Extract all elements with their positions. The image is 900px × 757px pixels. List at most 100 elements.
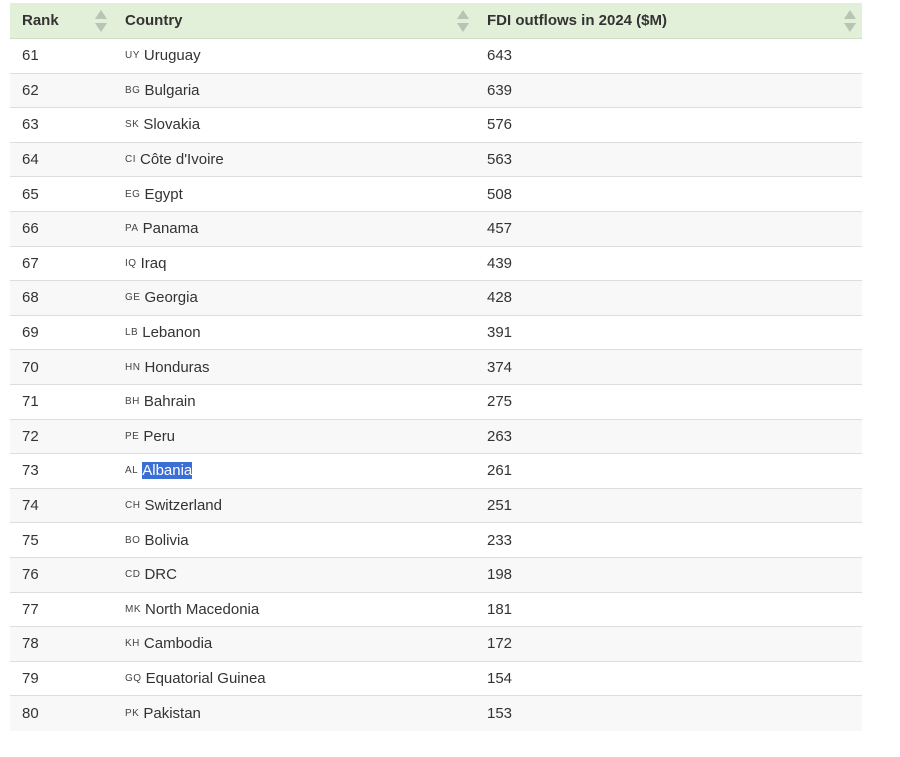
table-row: 78 KH Cambodia 172 bbox=[10, 627, 862, 662]
country-name[interactable]: Honduras bbox=[144, 359, 209, 376]
sort-icon[interactable] bbox=[457, 9, 469, 32]
fdi-value-cell: 154 bbox=[487, 669, 513, 687]
table-row: 63 SK Slovakia 576 bbox=[10, 108, 862, 143]
table-row: 71 BH Bahrain 275 bbox=[10, 385, 862, 420]
country-cell: GQ Equatorial Guinea bbox=[113, 662, 475, 696]
country-cell: HN Honduras bbox=[113, 350, 475, 384]
rank-cell: 65 bbox=[22, 185, 39, 203]
country-cell: CI Côte d'Ivoire bbox=[113, 143, 475, 177]
fdi-value-cell: 374 bbox=[487, 358, 513, 376]
country-cell: LB Lebanon bbox=[113, 316, 475, 350]
country-name[interactable]: Uruguay bbox=[144, 47, 201, 64]
table-row: 73 AL Albania 261 bbox=[10, 454, 862, 489]
country-name[interactable]: Albania bbox=[142, 462, 193, 480]
rank-cell: 64 bbox=[22, 151, 39, 169]
country-code-flag-icon: GE bbox=[125, 292, 141, 304]
country-code-flag-icon: MK bbox=[125, 603, 141, 615]
country-code-flag-icon: GQ bbox=[125, 672, 142, 684]
rank-cell: 77 bbox=[22, 600, 39, 618]
table-header: Rank Country FDI outflows in 2024 ($M) bbox=[10, 3, 862, 39]
column-header-rank[interactable]: Rank bbox=[10, 3, 113, 38]
fdi-value-cell: 563 bbox=[487, 151, 513, 169]
table-row: 70 HN Honduras 374 bbox=[10, 350, 862, 385]
country-code-flag-icon: IQ bbox=[125, 257, 137, 269]
country-code-flag-icon: BG bbox=[125, 84, 141, 96]
rank-cell: 72 bbox=[22, 427, 39, 445]
country-name[interactable]: Cambodia bbox=[144, 635, 212, 652]
country-cell: IQ Iraq bbox=[113, 247, 475, 281]
rank-cell: 76 bbox=[22, 566, 39, 584]
country-cell: SK Slovakia bbox=[113, 108, 475, 142]
country-cell: PA Panama bbox=[113, 212, 475, 246]
rank-cell: 74 bbox=[22, 497, 39, 515]
country-cell: BG Bulgaria bbox=[113, 74, 475, 108]
fdi-value-cell: 508 bbox=[487, 185, 513, 203]
column-header-label: FDI outflows in 2024 ($M) bbox=[487, 12, 668, 29]
fdi-value-cell: 439 bbox=[487, 254, 513, 272]
country-code-flag-icon: LB bbox=[125, 327, 139, 339]
country-code-flag-icon: PE bbox=[125, 430, 140, 442]
table-row: 75 BO Bolivia 233 bbox=[10, 523, 862, 558]
rank-cell: 67 bbox=[22, 254, 39, 272]
fdi-value-cell: 263 bbox=[487, 427, 513, 445]
column-header-country[interactable]: Country bbox=[113, 3, 475, 38]
country-cell: BH Bahrain bbox=[113, 385, 475, 419]
table-row: 68 GE Georgia 428 bbox=[10, 281, 862, 316]
rank-cell: 62 bbox=[22, 81, 39, 99]
country-name[interactable]: Slovakia bbox=[143, 116, 200, 133]
rank-cell: 69 bbox=[22, 324, 39, 342]
table-row: 77 MK North Macedonia 181 bbox=[10, 593, 862, 628]
rank-cell: 63 bbox=[22, 116, 39, 134]
sort-icon[interactable] bbox=[844, 9, 856, 32]
country-name[interactable]: Switzerland bbox=[144, 497, 222, 514]
country-name[interactable]: Pakistan bbox=[143, 705, 201, 722]
country-name[interactable]: Egypt bbox=[144, 186, 182, 203]
country-name[interactable]: Equatorial Guinea bbox=[146, 670, 266, 687]
country-name[interactable]: Bulgaria bbox=[144, 82, 199, 99]
country-cell: PE Peru bbox=[113, 420, 475, 454]
country-name[interactable]: Côte d'Ivoire bbox=[140, 151, 224, 168]
country-cell: CD DRC bbox=[113, 558, 475, 592]
fdi-value-cell: 172 bbox=[487, 635, 513, 653]
country-name[interactable]: Bahrain bbox=[144, 393, 196, 410]
country-code-flag-icon: CH bbox=[125, 500, 141, 512]
country-code-flag-icon: PK bbox=[125, 708, 140, 720]
country-code-flag-icon: CD bbox=[125, 569, 141, 581]
rank-cell: 66 bbox=[22, 220, 39, 238]
table-row: 61 UY Uruguay 643 bbox=[10, 39, 862, 74]
fdi-value-cell: 275 bbox=[487, 393, 513, 411]
table-row: 65 EG Egypt 508 bbox=[10, 177, 862, 212]
country-cell: UY Uruguay bbox=[113, 39, 475, 73]
country-cell: EG Egypt bbox=[113, 177, 475, 211]
column-header-label: Rank bbox=[22, 12, 59, 29]
fdi-value-cell: 153 bbox=[487, 705, 513, 723]
country-name[interactable]: Bolivia bbox=[144, 532, 188, 549]
table-row: 80 PK Pakistan 153 bbox=[10, 696, 862, 731]
fdi-value-cell: 391 bbox=[487, 324, 513, 342]
country-name[interactable]: Peru bbox=[143, 428, 175, 445]
country-code-flag-icon: HN bbox=[125, 361, 141, 373]
country-name[interactable]: DRC bbox=[144, 566, 177, 583]
country-code-flag-icon: PA bbox=[125, 223, 139, 235]
country-code-flag-icon: EG bbox=[125, 188, 141, 200]
rank-cell: 70 bbox=[22, 358, 39, 376]
country-name[interactable]: Georgia bbox=[144, 289, 197, 306]
country-name[interactable]: Panama bbox=[143, 220, 199, 237]
table-row: 69 LB Lebanon 391 bbox=[10, 316, 862, 351]
country-code-flag-icon: CI bbox=[125, 154, 136, 166]
rank-cell: 73 bbox=[22, 462, 39, 480]
country-name[interactable]: Iraq bbox=[141, 255, 167, 272]
country-name[interactable]: Lebanon bbox=[142, 324, 200, 341]
country-code-flag-icon: AL bbox=[125, 465, 139, 477]
sort-icon[interactable] bbox=[95, 9, 107, 32]
column-header-fdi-outflows[interactable]: FDI outflows in 2024 ($M) bbox=[475, 3, 862, 38]
table-row: 64 CI Côte d'Ivoire 563 bbox=[10, 142, 862, 178]
country-code-flag-icon: KH bbox=[125, 638, 140, 650]
fdi-value-cell: 261 bbox=[487, 462, 513, 480]
table-row: 62 BG Bulgaria 639 bbox=[10, 73, 862, 109]
fdi-value-cell: 198 bbox=[487, 566, 513, 584]
rank-cell: 61 bbox=[22, 47, 39, 65]
table-row: 79 GQ Equatorial Guinea 154 bbox=[10, 662, 862, 697]
table-row: 72 PE Peru 263 bbox=[10, 419, 862, 455]
country-name[interactable]: North Macedonia bbox=[145, 601, 259, 618]
